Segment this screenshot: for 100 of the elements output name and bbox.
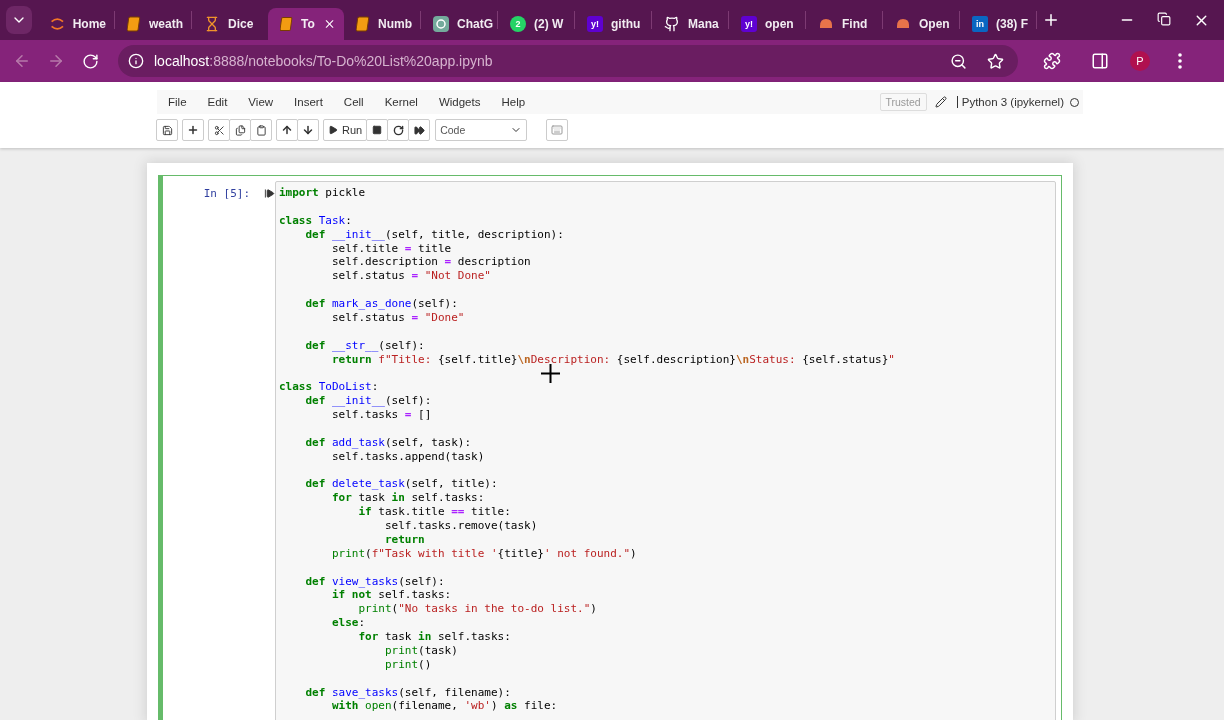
code-line: print("No tasks in the to-do list.") [357,602,598,617]
chat-logo-icon: 2 [510,16,526,32]
bookmark-star-icon[interactable] [987,52,1004,70]
code-line: self.title = title [330,241,453,256]
cell-prompt: In [5]: [203,187,250,200]
stop-button[interactable] [366,119,389,141]
save-button[interactable] [156,119,178,141]
code-line: self.tasks.append(task) [330,449,486,464]
browser-tab[interactable]: y! githu [575,8,651,40]
plus-icon [187,124,199,136]
code-line: print(task) [383,643,459,658]
copy-icon [234,124,246,136]
code-line: def delete_task(self, title): [304,477,499,492]
kernel-name: Python 3 (ipykernel) [956,96,1064,108]
hourglass-icon [204,16,220,32]
code-line: self.status = "Done" [330,310,466,325]
code-line: def view_tasks(self): [304,574,446,589]
code-line: def mark_as_done(self): [304,297,459,311]
menu-item[interactable]: Kernel [376,96,426,108]
code-line: return f"Title: {self.title}\nDescription: {self.description}\nStatus: {self.status}" [330,352,896,367]
browser-tab[interactable]: y! open [729,8,805,40]
code-line: if not self.tasks: [330,588,453,603]
arrow-right-icon [47,52,65,70]
browser-tab[interactable]: Open [883,8,959,40]
browser-tab[interactable]: Home [38,8,114,40]
zoom-icon[interactable] [950,52,967,70]
browser-tab[interactable]: To [268,8,344,40]
more-icon [1178,53,1182,69]
info-icon[interactable] [128,53,144,69]
tab-search-button[interactable] [6,6,32,34]
add-cell-button[interactable] [182,119,204,141]
yahoo-logo-icon: y! [741,16,757,32]
browser-tab[interactable]: Numb [344,8,420,40]
code-line: for task in self.tasks: [357,630,512,644]
browser-tab[interactable]: weath [115,8,191,40]
notebook-icon [280,16,294,32]
code-line: self.tasks = [] [330,408,433,422]
profile-avatar[interactable]: P [1130,51,1150,71]
keyboard-icon [551,124,564,136]
reload-icon [81,52,99,70]
menu-item[interactable]: File [160,96,195,108]
code-line: def __str__(self): [304,338,426,353]
edit-icon[interactable] [934,96,947,108]
code-line: with open(filename, 'wb') as file: [330,699,559,714]
address-field[interactable]: localhost:8888/notebooks/To-Do%20List%20app.ipynb [118,45,1018,77]
clipboard-icon [255,124,267,136]
code-line: def save_tasks(self, filename): [304,685,512,700]
code-line: print() [383,657,433,672]
cat-logo-icon [664,16,680,32]
code-line: for task in self.tasks: [330,491,486,506]
menu-item[interactable]: View [240,96,282,108]
copy-button[interactable] [229,119,251,141]
plus-icon [1042,11,1060,29]
save-icon [161,124,173,136]
code-line: return [383,532,426,547]
menu-item[interactable]: Widgets [430,96,489,108]
browser-tab[interactable]: in (38) F [960,8,1036,40]
run-cell-icon[interactable] [264,188,275,199]
run-button[interactable]: Run [323,119,368,141]
stop-icon [372,125,383,135]
scissors-icon [213,124,225,136]
code-line: else: [330,616,367,630]
browser-tab[interactable]: ChatG [421,8,497,40]
play-icon [328,125,338,135]
fast-forward-icon [413,124,425,136]
code-line: self.status = "Not Done" [330,269,492,284]
code-line: def __init__(self): [304,394,433,408]
yahoo-logo-icon: y! [587,16,603,32]
code-line: import pickle [279,186,367,200]
linkedin-logo-icon: in [972,16,988,32]
side-panel-icon [1091,52,1109,70]
browser-tab[interactable]: 2 (2) W [498,8,574,40]
menu-item[interactable]: Cell [335,96,372,108]
move-down-button[interactable] [297,119,319,141]
run-all-button[interactable] [408,119,431,141]
restart-button[interactable] [387,119,410,141]
code-line: def add_task(self, task): [304,435,473,450]
restart-icon [392,124,404,136]
notebook-icon [127,16,141,32]
code-line: def __init__(self, title, description): [304,227,565,242]
trusted-badge: Trusted [879,93,927,111]
ring-logo-icon [50,16,65,32]
restore-icon[interactable] [1157,11,1171,26]
browser-tab[interactable]: Find [806,8,882,40]
browser-tab[interactable]: Dice [192,8,268,40]
puzzle-icon [1043,52,1061,70]
cut-button[interactable] [208,119,230,141]
menu-item[interactable]: Insert [286,96,331,108]
cell-type-select[interactable]: Code [435,119,528,141]
notebook-icon [356,16,370,32]
arrow-up-icon [281,124,293,136]
menu-item[interactable]: Edit [199,96,236,108]
move-up-button[interactable] [276,119,298,141]
browser-tab[interactable]: Mana [652,8,728,40]
code-line: class Task: [279,213,353,228]
crosshair-cursor-icon [541,364,560,383]
paste-button[interactable] [250,119,272,141]
arrow-down-icon [302,124,314,136]
menu-item[interactable]: Help [493,96,534,108]
code-line: self.tasks.remove(task) [383,519,539,533]
